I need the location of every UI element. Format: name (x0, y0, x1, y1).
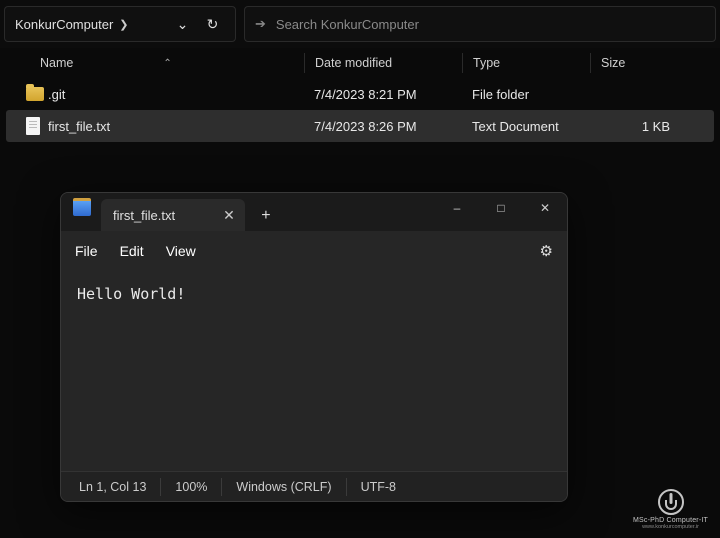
column-headers: Name ⌃ Date modified Type Size (0, 48, 720, 78)
close-tab-icon[interactable]: ✕ (223, 207, 235, 224)
chevron-down-icon[interactable]: ⌄ (169, 10, 197, 38)
status-zoom[interactable]: 100% (161, 478, 222, 496)
notepad-appicon (73, 198, 91, 216)
notepad-tab[interactable]: first_file.txt ✕ (101, 199, 245, 231)
file-row-git[interactable]: .git 7/4/2023 8:21 PM File folder (0, 78, 720, 110)
search-input[interactable] (276, 17, 705, 32)
explorer-topbar: KonkurComputer ❯ ⌄ ↻ ➔ (0, 0, 720, 48)
row-name: .git (48, 87, 304, 102)
search-box[interactable]: ➔ (244, 6, 716, 42)
notepad-textarea[interactable]: Hello World! (61, 271, 567, 471)
chevron-right-icon[interactable]: ❯ (119, 18, 128, 31)
add-tab-button[interactable]: + (249, 201, 283, 231)
notepad-statusbar: Ln 1, Col 13 100% Windows (CRLF) UTF-8 (61, 471, 567, 501)
menu-view[interactable]: View (166, 243, 196, 259)
breadcrumb-current[interactable]: KonkurComputer (11, 17, 113, 32)
notepad-titlebar[interactable]: first_file.txt ✕ + ‒ □ ✕ (61, 193, 567, 231)
notepad-menubar: File Edit View ⚙ (61, 231, 567, 271)
folder-icon (26, 87, 44, 101)
window-controls: ‒ □ ✕ (435, 193, 567, 223)
file-icon (26, 117, 40, 135)
status-eol[interactable]: Windows (CRLF) (222, 478, 346, 496)
col-name-label: Name (40, 56, 73, 70)
maximize-button[interactable]: □ (479, 193, 523, 223)
row-name: first_file.txt (48, 119, 304, 134)
watermark-line1: MSc-PhD Computer-IT (633, 517, 708, 524)
menu-edit[interactable]: Edit (120, 243, 144, 259)
refresh-icon[interactable]: ↻ (199, 10, 227, 38)
row-date: 7/4/2023 8:21 PM (304, 87, 462, 102)
breadcrumb-box[interactable]: KonkurComputer ❯ ⌄ ↻ (4, 6, 236, 42)
col-type[interactable]: Type (462, 53, 590, 73)
close-window-button[interactable]: ✕ (523, 193, 567, 223)
watermark-line2: www.konkurcomputer.ir (633, 524, 708, 530)
file-row-first-file[interactable]: first_file.txt 7/4/2023 8:26 PM Text Doc… (6, 110, 714, 142)
menu-file[interactable]: File (75, 243, 98, 259)
row-type: Text Document (462, 119, 590, 134)
col-date[interactable]: Date modified (304, 53, 462, 73)
sort-caret-icon: ⌃ (163, 58, 171, 69)
minimize-button[interactable]: ‒ (435, 193, 479, 223)
status-encoding[interactable]: UTF-8 (347, 478, 410, 496)
notepad-tab-title: first_file.txt (113, 208, 175, 223)
col-size[interactable]: Size (590, 53, 670, 73)
search-icon: ➔ (255, 16, 266, 32)
gear-icon[interactable]: ⚙ (540, 242, 553, 260)
row-date: 7/4/2023 8:26 PM (304, 119, 462, 134)
row-size: 1 KB (590, 119, 670, 134)
watermark-logo-icon (658, 489, 684, 515)
notepad-window: first_file.txt ✕ + ‒ □ ✕ File Edit View … (60, 192, 568, 502)
watermark: MSc-PhD Computer-IT www.konkurcomputer.i… (633, 489, 708, 530)
col-name[interactable]: Name ⌃ (40, 56, 304, 70)
status-position: Ln 1, Col 13 (79, 478, 161, 496)
row-type: File folder (462, 87, 590, 102)
